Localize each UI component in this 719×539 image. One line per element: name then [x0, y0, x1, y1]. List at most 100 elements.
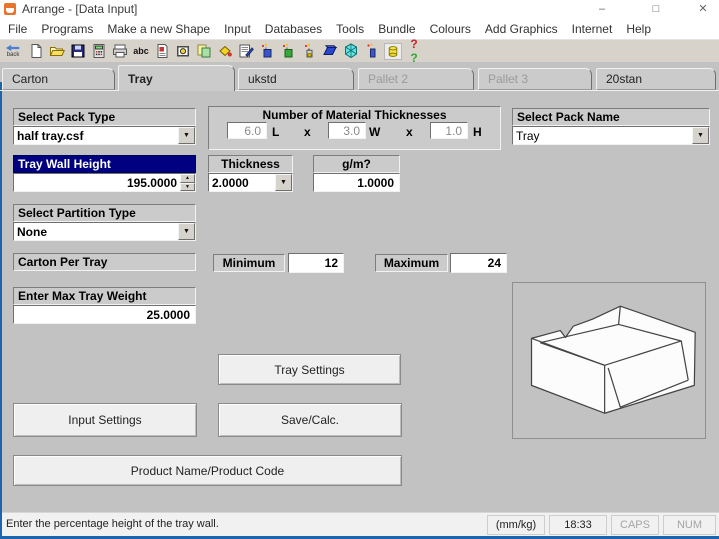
maximize-button[interactable]: □ [640, 0, 672, 18]
spell-check-icon[interactable]: abc [132, 43, 150, 60]
wall-height-spinner[interactable]: 195.0000 ▲ ▼ [13, 173, 196, 192]
chevron-down-icon[interactable]: ▼ [178, 223, 195, 240]
copy-icon[interactable] [195, 43, 213, 60]
tab-tray[interactable]: Tray [118, 65, 235, 91]
pack-type-select[interactable]: half tray.csf ▼ [13, 126, 196, 145]
chevron-down-icon[interactable]: ▼ [692, 127, 709, 144]
gsm-label: g/m? [313, 155, 400, 173]
clock: 18:33 [549, 515, 607, 535]
thickness-select[interactable]: 2.0000 ▼ [208, 173, 293, 192]
window-border-left [0, 82, 2, 539]
tray-drawing [517, 287, 701, 435]
help-icon[interactable]: ? ? [405, 43, 423, 60]
height-dim-label: H [473, 125, 482, 139]
pack-name-label: Select Pack Name [512, 108, 710, 126]
carton-per-tray-label: Carton Per Tray [13, 253, 196, 271]
tab-carton[interactable]: Carton [2, 68, 115, 90]
wall-height-label: Tray Wall Height [13, 155, 196, 173]
status-message: Enter the percentage height of the tray … [6, 518, 219, 530]
menu-bundle[interactable]: Bundle [378, 22, 415, 36]
material-width-input[interactable]: 3.0 [328, 122, 366, 139]
tab-baseline [0, 90, 719, 91]
window-title: Arrange - [Data Input] [22, 2, 137, 16]
menu-input[interactable]: Input [224, 22, 251, 36]
spray-blue-icon[interactable] [258, 43, 276, 60]
menu-add-graphics[interactable]: Add Graphics [485, 22, 558, 36]
gsm-input[interactable]: 1.0000 [313, 173, 400, 192]
title-bar: Arrange - [Data Input] – □ ✕ [0, 0, 719, 18]
maximum-input[interactable]: 24 [450, 253, 507, 273]
times-label: x [406, 125, 413, 139]
save-icon[interactable] [69, 43, 87, 60]
partition-type-value: None [14, 223, 178, 240]
menu-databases[interactable]: Databases [265, 22, 322, 36]
partition-type-select[interactable]: None ▼ [13, 222, 196, 241]
minimum-input[interactable]: 12 [288, 253, 344, 273]
spray-small-icon[interactable] [300, 43, 318, 60]
solid-blue-icon[interactable] [321, 43, 339, 60]
caps-indicator: CAPS [611, 515, 659, 535]
minimize-button[interactable]: – [586, 0, 618, 18]
material-height-input[interactable]: 1.0 [430, 122, 468, 139]
save-calc-button[interactable]: Save/Calc. [218, 403, 402, 437]
material-thicknesses-title: Number of Material Thicknesses [209, 108, 500, 122]
pack-name-value: Tray [513, 127, 692, 144]
app-window: Arrange - [Data Input] – □ ✕ File Progra… [0, 0, 719, 539]
status-bar: Enter the percentage height of the tray … [0, 512, 719, 536]
wall-height-value: 195.0000 [14, 174, 180, 191]
pack-name-select[interactable]: Tray ▼ [512, 126, 710, 145]
back-icon[interactable]: back [2, 43, 24, 60]
help-icon-q1: ? [410, 37, 417, 51]
product-name-code-button[interactable]: Product Name/Product Code [13, 455, 402, 486]
help-icon-q2: ? [410, 51, 417, 65]
menu-bar: File Programs Make a new Shape Input Dat… [0, 18, 719, 40]
menu-make-a-new-shape[interactable]: Make a new Shape [107, 22, 210, 36]
thickness-label: Thickness [208, 155, 293, 173]
spray-brush-icon[interactable] [363, 43, 381, 60]
tab-20stan[interactable]: 20stan [596, 68, 716, 90]
minimum-label: Minimum [213, 254, 285, 272]
length-dim-label: L [272, 125, 279, 139]
tab-pallet-3[interactable]: Pallet 3 [478, 68, 592, 90]
fill-color-icon[interactable] [216, 43, 234, 60]
pack-type-label: Select Pack Type [13, 108, 196, 126]
calculator-icon[interactable] [90, 43, 108, 60]
menu-colours[interactable]: Colours [430, 22, 471, 36]
chevron-down-icon[interactable]: ▼ [275, 174, 292, 191]
menu-help[interactable]: Help [626, 22, 651, 36]
spin-down-icon[interactable]: ▼ [180, 183, 195, 192]
spray-green-icon[interactable] [279, 43, 297, 60]
camera-icon[interactable] [174, 43, 192, 60]
material-length-input[interactable]: 6.0 [227, 122, 267, 139]
app-icon [4, 3, 16, 15]
width-dim-label: W [369, 125, 380, 139]
new-document-icon[interactable] [27, 43, 45, 60]
maximum-label: Maximum [375, 254, 448, 272]
num-indicator: NUM [663, 515, 716, 535]
units-indicator: (mm/kg) [487, 515, 545, 535]
menu-internet[interactable]: Internet [572, 22, 613, 36]
menu-file[interactable]: File [8, 22, 27, 36]
menu-programs[interactable]: Programs [41, 22, 93, 36]
thickness-value: 2.0000 [209, 174, 275, 191]
open-folder-icon[interactable] [48, 43, 66, 60]
partition-type-label: Select Partition Type [13, 204, 196, 222]
spin-up-icon[interactable]: ▲ [180, 174, 195, 183]
tab-ukstd[interactable]: ukstd [238, 68, 354, 90]
cylinder-yellow-icon[interactable] [384, 43, 402, 60]
box-3d-icon[interactable] [342, 43, 360, 60]
max-weight-input[interactable]: 25.0000 [13, 305, 196, 324]
tray-settings-button[interactable]: Tray Settings [218, 354, 401, 385]
close-button[interactable]: ✕ [687, 0, 719, 18]
pack-type-value: half tray.csf [14, 127, 178, 144]
menu-tools[interactable]: Tools [336, 22, 364, 36]
toolbar: back abc [0, 40, 719, 62]
report-icon[interactable] [153, 43, 171, 60]
properties-icon[interactable] [237, 43, 255, 60]
tab-pallet-2[interactable]: Pallet 2 [358, 68, 474, 90]
print-icon[interactable] [111, 43, 129, 60]
input-settings-button[interactable]: Input Settings [13, 403, 197, 437]
chevron-down-icon[interactable]: ▼ [178, 127, 195, 144]
max-weight-label: Enter Max Tray Weight [13, 287, 196, 305]
times-label: x [304, 125, 311, 139]
